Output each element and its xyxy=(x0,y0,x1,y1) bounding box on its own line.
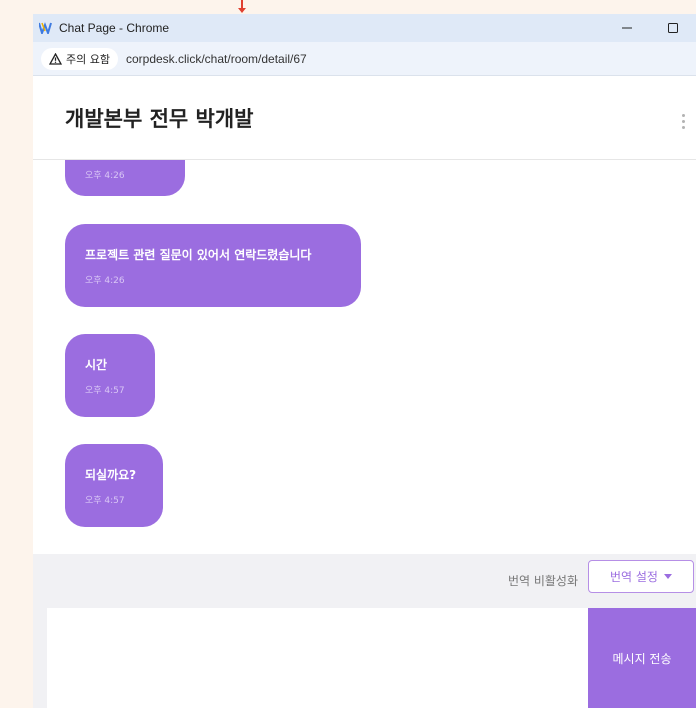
translation-settings-label: 번역 설정 xyxy=(610,570,658,584)
translation-bar: 번역 비활성화 번역 설정 xyxy=(33,554,696,608)
caret-down-icon xyxy=(663,574,672,579)
url-text[interactable]: corpdesk.click/chat/room/detail/67 xyxy=(126,52,307,66)
message-time: 오후 4:26 xyxy=(85,171,125,181)
message-bubble: 되실까요? 오후 4:57 xyxy=(65,444,163,527)
address-bar: 주의 요함 corpdesk.click/chat/room/detail/67 xyxy=(33,42,696,76)
more-dot xyxy=(681,120,685,123)
arrow-down-icon xyxy=(238,0,246,13)
browser-window: Chat Page - Chrome 주의 요함 corpdesk.click/… xyxy=(33,14,696,708)
maximize-icon xyxy=(668,23,678,33)
translation-settings-button[interactable]: 번역 설정 xyxy=(588,560,694,593)
warning-icon xyxy=(49,52,62,65)
minimize-button[interactable] xyxy=(604,14,650,42)
send-message-button[interactable]: 메시지 전송 xyxy=(588,608,696,708)
security-indicator[interactable]: 주의 요함 xyxy=(41,47,118,70)
chat-header: 개발본부 전무 박개발 xyxy=(33,76,696,160)
title-bar: Chat Page - Chrome xyxy=(33,14,696,42)
composer: 메시지 전송 xyxy=(33,608,696,708)
message-time: 오후 4:57 xyxy=(85,386,125,396)
translation-status: 번역 비활성화 xyxy=(507,574,578,588)
message-time: 오후 4:26 xyxy=(85,276,125,286)
security-label: 주의 요함 xyxy=(66,52,110,66)
message-text: 되실까요? xyxy=(85,468,137,482)
message-bubble: 오후 4:26 xyxy=(65,160,185,196)
more-dot xyxy=(681,114,685,117)
chat-title: 개발본부 전무 박개발 xyxy=(65,106,254,131)
window-title: Chat Page - Chrome xyxy=(59,21,170,35)
message-time: 오후 4:57 xyxy=(85,496,125,506)
message-text: 프로젝트 관련 질문이 있어서 연락드렸습니다 xyxy=(85,248,312,262)
more-dot xyxy=(681,126,685,129)
more-options-button[interactable] xyxy=(678,114,688,134)
minimize-icon xyxy=(622,27,632,29)
message-bubble: 시간 오후 4:57 xyxy=(65,334,155,417)
message-list[interactable]: 오후 4:26 프로젝트 관련 질문이 있어서 연락드렸습니다 오후 4:26 … xyxy=(33,160,696,554)
window-controls xyxy=(604,14,696,42)
message-bubble: 프로젝트 관련 질문이 있어서 연락드렸습니다 오후 4:26 xyxy=(65,224,361,307)
maximize-button[interactable] xyxy=(650,14,696,42)
message-input[interactable] xyxy=(47,608,588,708)
message-text: 시간 xyxy=(85,358,108,372)
app-logo-icon xyxy=(39,22,52,34)
